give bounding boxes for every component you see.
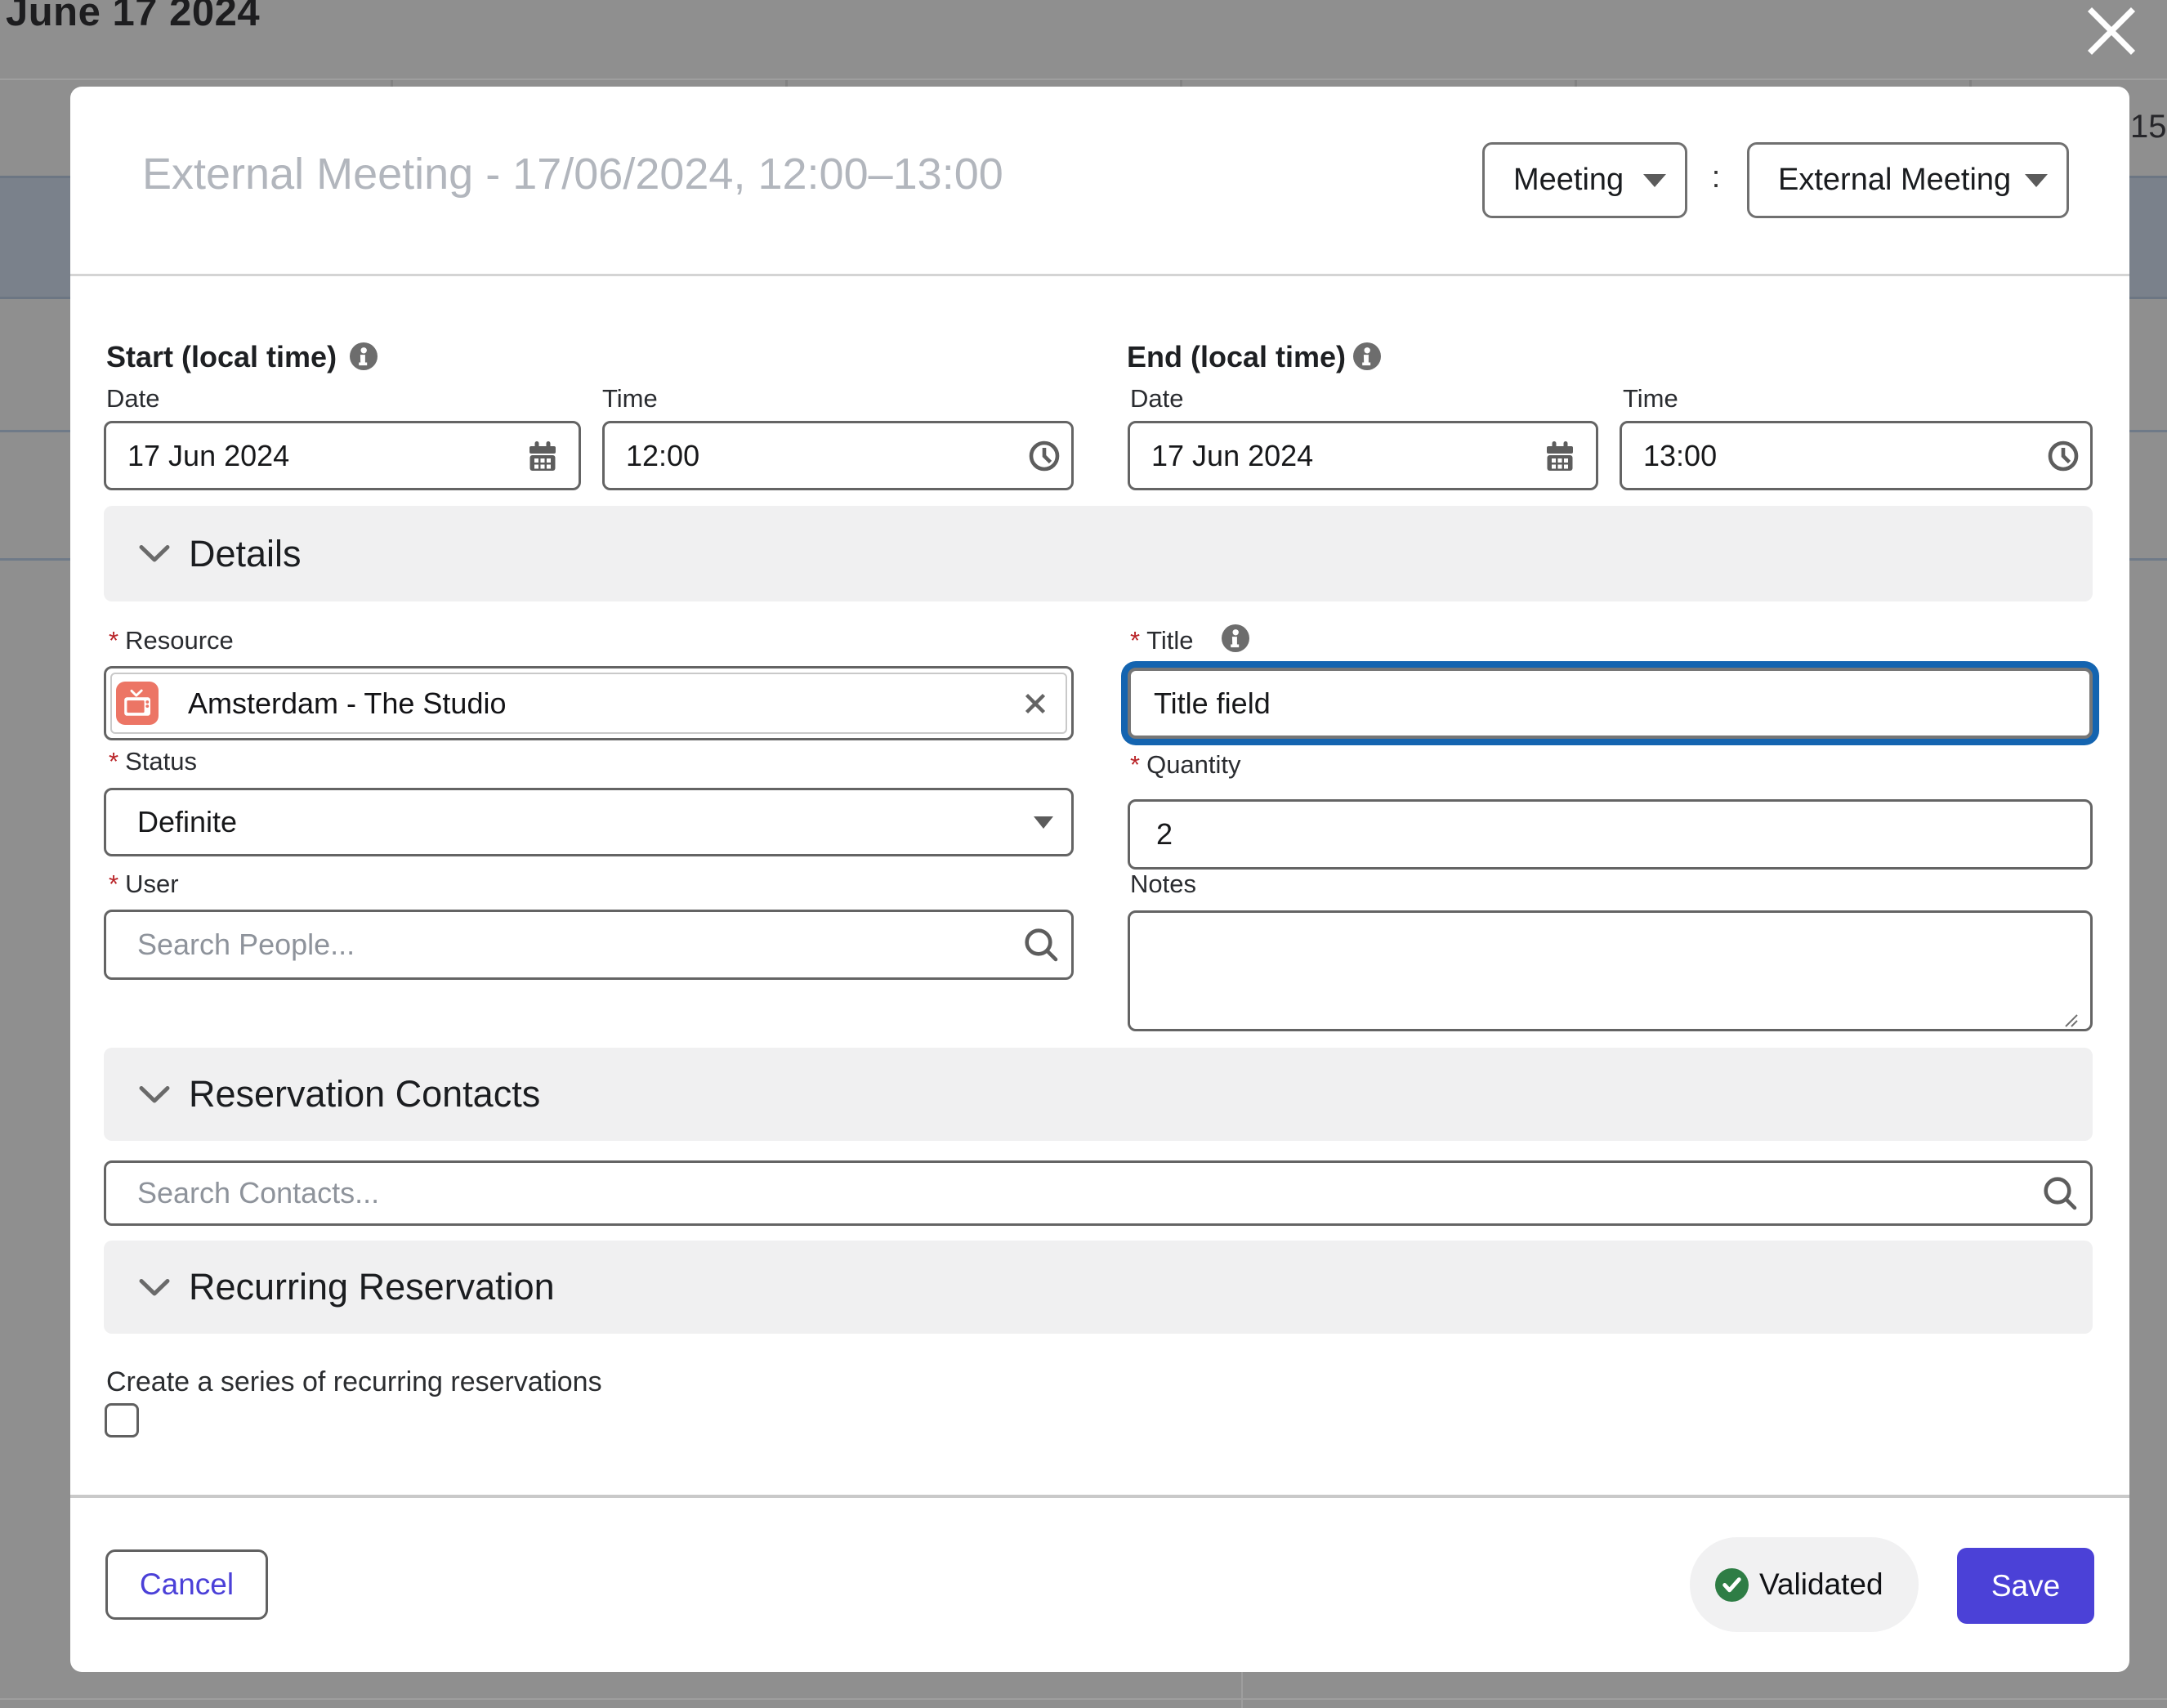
reservation-type-value: Meeting	[1513, 163, 1624, 198]
reservation-modal: External Meeting - 17/06/2024, 12:00–13:…	[70, 87, 2129, 1672]
calendar-icon-wrap	[1547, 441, 1573, 471]
clock-icon	[1028, 440, 1061, 472]
notes-textarea[interactable]	[1128, 910, 2093, 1031]
clock-icon-wrap	[2047, 440, 2080, 472]
start-time-input[interactable]: 12:00	[602, 421, 1074, 490]
chevron-down-icon	[138, 1277, 171, 1299]
required-marker: *	[109, 870, 118, 898]
start-date-label: Date	[106, 384, 159, 414]
calendar-icon-wrap	[529, 441, 556, 471]
start-info-icon[interactable]	[350, 342, 378, 370]
search-icon	[1023, 927, 1059, 963]
section-details-label: Details	[189, 533, 302, 575]
validated-badge: Validated	[1690, 1537, 1919, 1632]
calendar-icon	[529, 441, 556, 471]
required-marker: *	[109, 747, 118, 776]
calendar-icon	[1547, 441, 1573, 471]
resource-label: *Resource	[109, 626, 234, 655]
section-details[interactable]: Details	[104, 506, 2093, 601]
quantity-label-text: Quantity	[1146, 750, 1240, 779]
reservation-subtype-value: External Meeting	[1778, 163, 2011, 198]
resource-combobox[interactable]: Amsterdam - The Studio	[104, 666, 1074, 740]
start-heading: Start (local time)	[106, 340, 337, 374]
calendar-grid-line-bottom	[0, 1698, 2167, 1700]
resize-handle-icon[interactable]	[2061, 1010, 2079, 1028]
required-marker: *	[109, 626, 118, 655]
quantity-label: *Quantity	[1130, 750, 1241, 780]
required-marker: *	[1130, 750, 1140, 779]
quantity-input[interactable]	[1128, 799, 2093, 870]
end-heading: End (local time)	[1127, 340, 1346, 374]
clock-icon	[2047, 440, 2080, 472]
save-button[interactable]: Save	[1957, 1548, 2094, 1624]
end-time-label: Time	[1623, 384, 1678, 414]
end-time-input[interactable]: 13:00	[1620, 421, 2093, 490]
reservation-subtype-select[interactable]: External Meeting	[1747, 142, 2069, 218]
contacts-search-input[interactable]: Search Contacts...	[104, 1160, 2093, 1226]
notes-label: Notes	[1130, 870, 1196, 899]
user-label-text: User	[125, 870, 178, 898]
resource-combobox-inner: Amsterdam - The Studio	[110, 673, 1067, 734]
recurring-checkbox-label: Create a series of recurring reservation…	[106, 1366, 602, 1398]
end-time-value: 13:00	[1643, 439, 1717, 473]
section-reservation-contacts-label: Reservation Contacts	[189, 1073, 540, 1116]
required-marker: *	[1130, 626, 1140, 655]
calendar-header-line	[0, 78, 2167, 80]
status-select[interactable]: Definite	[104, 788, 1074, 856]
section-recurring-reservation[interactable]: Recurring Reservation	[104, 1241, 2093, 1334]
validated-check-icon	[1715, 1568, 1749, 1602]
resource-tv-icon	[116, 682, 159, 725]
reservation-title-input[interactable]: External Meeting - 17/06/2024, 12:00–13:…	[142, 149, 1003, 199]
start-time-value: 12:00	[626, 439, 699, 473]
chevron-down-icon	[2025, 174, 2048, 187]
title-label: *Title	[1130, 626, 1194, 655]
section-recurring-reservation-label: Recurring Reservation	[189, 1266, 555, 1308]
recurring-checkbox[interactable]	[105, 1403, 139, 1437]
resource-value: Amsterdam - The Studio	[188, 686, 507, 721]
start-date-value: 17 Jun 2024	[127, 439, 289, 473]
resource-label-text: Resource	[125, 626, 234, 655]
status-label-text: Status	[125, 747, 197, 776]
end-date-input[interactable]: 17 Jun 2024	[1128, 421, 1598, 490]
clear-resource-icon[interactable]	[1023, 691, 1048, 716]
calendar-date-heading: June 17 2024	[6, 0, 260, 35]
contacts-search-placeholder: Search Contacts...	[137, 1176, 379, 1210]
screen: June 17 2024 15 External Meeting - 17/06…	[0, 0, 2167, 1708]
user-search-input[interactable]: Search People...	[104, 910, 1074, 980]
user-label: *User	[109, 870, 179, 899]
end-info-icon[interactable]	[1353, 342, 1381, 370]
header-divider	[70, 274, 2129, 276]
validated-label: Validated	[1759, 1567, 1883, 1602]
start-time-label: Time	[602, 384, 658, 414]
search-icon	[2042, 1175, 2078, 1211]
chevron-down-icon	[138, 1084, 171, 1106]
chevron-down-icon	[1643, 174, 1666, 187]
calendar-column-line-bottom	[1241, 1672, 1243, 1708]
end-date-value: 17 Jun 2024	[1151, 439, 1313, 473]
start-date-input[interactable]: 17 Jun 2024	[104, 421, 581, 490]
title-input[interactable]	[1128, 668, 2093, 739]
title-label-text: Title	[1146, 626, 1193, 655]
chevron-down-icon	[138, 543, 171, 565]
reservation-type-select[interactable]: Meeting	[1482, 142, 1687, 218]
status-value: Definite	[137, 805, 237, 839]
type-separator: :	[1705, 160, 1727, 195]
end-date-label: Date	[1130, 384, 1183, 414]
section-reservation-contacts[interactable]: Reservation Contacts	[104, 1048, 2093, 1141]
cancel-button[interactable]: Cancel	[105, 1549, 268, 1620]
chevron-down-icon	[1034, 816, 1053, 829]
user-search-placeholder: Search People...	[137, 928, 355, 962]
status-label: *Status	[109, 747, 197, 776]
calendar-hour-label: 15	[2130, 109, 2167, 145]
title-info-icon[interactable]	[1222, 624, 1249, 652]
footer-divider	[70, 1495, 2129, 1498]
clock-icon-wrap	[1028, 440, 1061, 472]
close-icon[interactable]	[2087, 6, 2136, 56]
